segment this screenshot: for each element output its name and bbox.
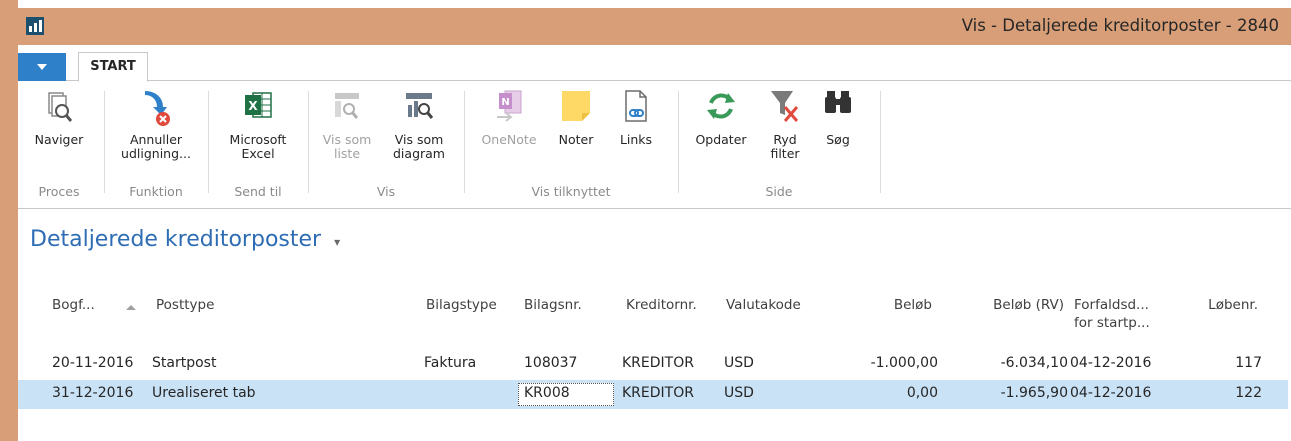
ribbon-group-funktion: Annuller udligning... Funktion bbox=[108, 87, 204, 203]
cell-kreditornr: KREDITOR bbox=[622, 385, 694, 401]
cell-bilagstype: Faktura bbox=[424, 355, 477, 371]
column-header-belob[interactable]: Beløb bbox=[848, 296, 932, 348]
table-row-selected[interactable]: 31-12-2016 Urealiseret tab KR008 KREDITO… bbox=[18, 380, 1288, 409]
noter-button[interactable]: Noter bbox=[548, 87, 604, 147]
cell-bogf: 31-12-2016 bbox=[52, 385, 134, 401]
chevron-down-icon bbox=[37, 64, 47, 70]
cell-forfaldsdato: 04-12-2016 bbox=[1070, 385, 1152, 401]
cell-belob: 0,00 bbox=[906, 385, 938, 401]
naviger-button[interactable]: Naviger bbox=[24, 87, 94, 147]
ribbon-separator bbox=[464, 91, 465, 193]
opdater-label: Opdater bbox=[695, 132, 747, 147]
links-icon bbox=[621, 87, 651, 133]
column-header-bilagstype[interactable]: Bilagstype bbox=[426, 296, 497, 348]
links-button[interactable]: Links bbox=[608, 87, 664, 147]
group-label-funktion: Funktion bbox=[129, 184, 183, 199]
ribbon: Naviger Proces Annuller udligning... Fun… bbox=[18, 81, 1291, 209]
column-header-posttype[interactable]: Posttype bbox=[156, 296, 214, 348]
cell-valutakode: USD bbox=[724, 355, 754, 371]
cell-belob-rv: -6.034,10 bbox=[1000, 355, 1068, 371]
column-header-bilagsnr[interactable]: Bilagsnr. bbox=[524, 296, 582, 348]
table-row[interactable]: 20-11-2016 Startpost Faktura 108037 KRED… bbox=[18, 350, 1288, 379]
naviger-label: Naviger bbox=[34, 132, 84, 147]
onenote-button[interactable]: N OneNote bbox=[474, 87, 544, 147]
window-title: Vis - Detaljerede kreditorposter - 2840 bbox=[961, 16, 1279, 35]
window-left-border bbox=[0, 0, 18, 441]
onenote-label: OneNote bbox=[481, 132, 537, 147]
ribbon-separator bbox=[208, 91, 209, 193]
page-title[interactable]: Detaljerede kreditorposter bbox=[30, 227, 321, 252]
ribbon-tab-strip: START bbox=[18, 45, 1291, 82]
group-label-side: Side bbox=[765, 184, 793, 199]
svg-text:X: X bbox=[248, 99, 258, 113]
column-header-valutakode[interactable]: Valutakode bbox=[726, 296, 801, 348]
cell-lobenr: 122 bbox=[1235, 385, 1262, 401]
cell-bogf: 20-11-2016 bbox=[52, 355, 134, 371]
cell-belob: -1.000,00 bbox=[870, 355, 938, 371]
chart-view-icon bbox=[403, 87, 435, 133]
ribbon-separator bbox=[104, 91, 105, 193]
cancel-apply-icon bbox=[139, 87, 173, 133]
application-menu-button[interactable] bbox=[18, 53, 66, 81]
cell-lobenr: 117 bbox=[1235, 355, 1262, 371]
clear-filter-icon bbox=[768, 87, 802, 133]
refresh-icon bbox=[704, 87, 738, 133]
cell-kreditornr: KREDITOR bbox=[622, 355, 694, 371]
list-view-icon bbox=[332, 87, 362, 133]
vis-som-liste-button[interactable]: Vis som liste bbox=[316, 87, 378, 161]
page-title-row: Detaljerede kreditorposter ▾ bbox=[30, 227, 340, 259]
links-label: Links bbox=[619, 132, 653, 147]
cell-belob-rv: -1.965,90 bbox=[1000, 385, 1068, 401]
vis-som-liste-label: Vis som liste bbox=[322, 132, 372, 161]
tab-start[interactable]: START bbox=[78, 52, 148, 82]
column-header-forfaldsdato[interactable]: Forfaldsd... for startp... bbox=[1074, 296, 1170, 348]
cell-posttype: Urealiseret tab bbox=[152, 385, 256, 401]
sog-button[interactable]: Søg bbox=[814, 87, 862, 147]
ribbon-separator bbox=[880, 91, 881, 193]
notes-icon bbox=[559, 87, 593, 133]
ribbon-group-vis: Vis som liste Vis som diagram Vis bbox=[312, 87, 460, 203]
cell-bilagsnr[interactable]: KR008 bbox=[524, 385, 570, 401]
sog-label: Søg bbox=[826, 132, 850, 147]
column-header-kreditornr[interactable]: Kreditornr. bbox=[626, 296, 697, 348]
title-bar: Vis - Detaljerede kreditorposter - 2840 bbox=[0, 8, 1291, 45]
annuller-udligning-button[interactable]: Annuller udligning... bbox=[116, 87, 196, 161]
sort-ascending-icon[interactable] bbox=[126, 305, 136, 310]
binoculars-icon bbox=[823, 87, 853, 133]
cell-forfaldsdato: 04-12-2016 bbox=[1070, 355, 1152, 371]
group-label-proces: Proces bbox=[38, 184, 80, 199]
ribbon-group-side: Opdater Ryd filter Søg Side bbox=[682, 87, 876, 203]
annuller-udligning-label: Annuller udligning... bbox=[121, 132, 191, 161]
vis-som-diagram-label: Vis som diagram bbox=[393, 132, 445, 161]
ribbon-separator bbox=[308, 91, 309, 193]
group-label-send-til: Send til bbox=[234, 184, 282, 199]
ryd-filter-button[interactable]: Ryd filter bbox=[760, 87, 810, 161]
cell-bilagsnr: 108037 bbox=[524, 355, 578, 371]
ryd-filter-label: Ryd filter bbox=[770, 132, 800, 161]
ribbon-group-send-til: X Microsoft Excel Send til bbox=[212, 87, 304, 203]
group-label-vis: Vis bbox=[376, 184, 396, 199]
cell-valutakode: USD bbox=[724, 385, 754, 401]
svg-text:N: N bbox=[501, 97, 509, 108]
chevron-down-icon[interactable]: ▾ bbox=[334, 235, 340, 249]
noter-label: Noter bbox=[558, 132, 594, 147]
ribbon-separator bbox=[678, 91, 679, 193]
navigate-icon bbox=[43, 87, 75, 133]
cell-posttype: Startpost bbox=[152, 355, 217, 371]
excel-icon: X bbox=[241, 87, 275, 133]
microsoft-excel-button[interactable]: X Microsoft Excel bbox=[220, 87, 296, 161]
group-label-vis-tilknyttet: Vis tilknyttet bbox=[531, 184, 611, 199]
microsoft-excel-label: Microsoft Excel bbox=[229, 132, 287, 161]
app-icon bbox=[26, 17, 44, 35]
onenote-icon: N bbox=[493, 87, 525, 133]
column-header-bogf[interactable]: Bogf... bbox=[52, 296, 95, 348]
ribbon-group-proces: Naviger Proces bbox=[18, 87, 100, 203]
vis-som-diagram-button[interactable]: Vis som diagram bbox=[382, 87, 456, 161]
column-header-lobenr[interactable]: Løbenr. bbox=[1186, 296, 1258, 348]
ribbon-group-vis-tilknyttet: N OneNote Noter Links Vis tilknyttet bbox=[468, 87, 674, 203]
opdater-button[interactable]: Opdater bbox=[686, 87, 756, 147]
column-header-belob-rv[interactable]: Beløb (RV) bbox=[964, 296, 1064, 348]
